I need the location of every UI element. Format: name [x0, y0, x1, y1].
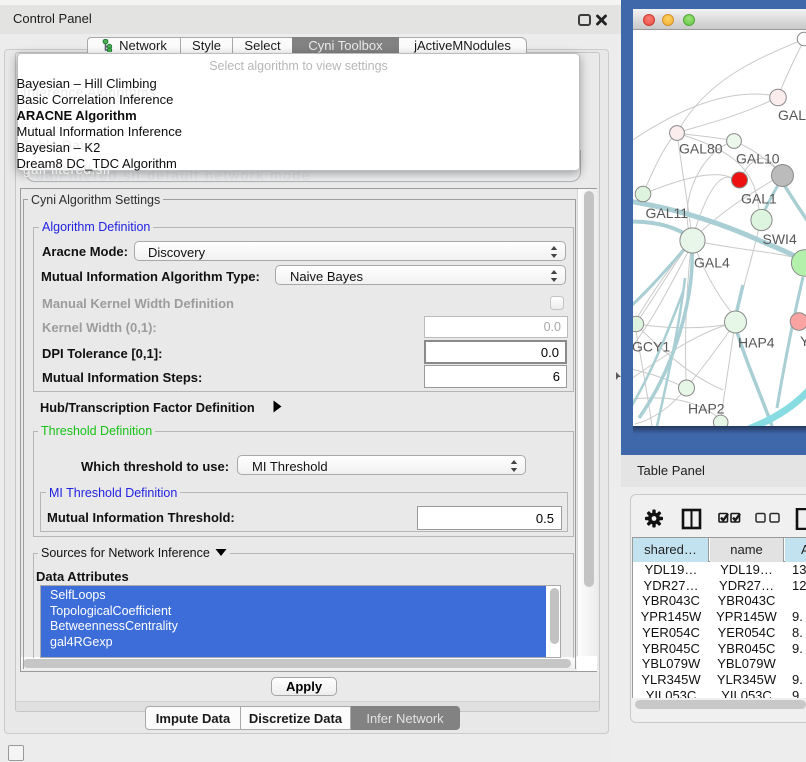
- svg-text:HAP2: HAP2: [688, 401, 725, 417]
- svg-text:SWI4: SWI4: [763, 231, 797, 247]
- svg-text:HAP4: HAP4: [738, 335, 775, 351]
- svg-text:GAL1: GAL1: [741, 191, 777, 207]
- svg-text:GAL11: GAL11: [646, 205, 689, 221]
- svg-text:GAL80: GAL80: [679, 141, 723, 157]
- svg-text:GCY1: GCY1: [633, 339, 670, 355]
- svg-text:GAL4: GAL4: [694, 255, 730, 271]
- svg-text:GAL10: GAL10: [736, 151, 780, 167]
- svg-text:Y: Y: [800, 333, 806, 349]
- svg-text:GAL: GAL: [778, 107, 806, 123]
